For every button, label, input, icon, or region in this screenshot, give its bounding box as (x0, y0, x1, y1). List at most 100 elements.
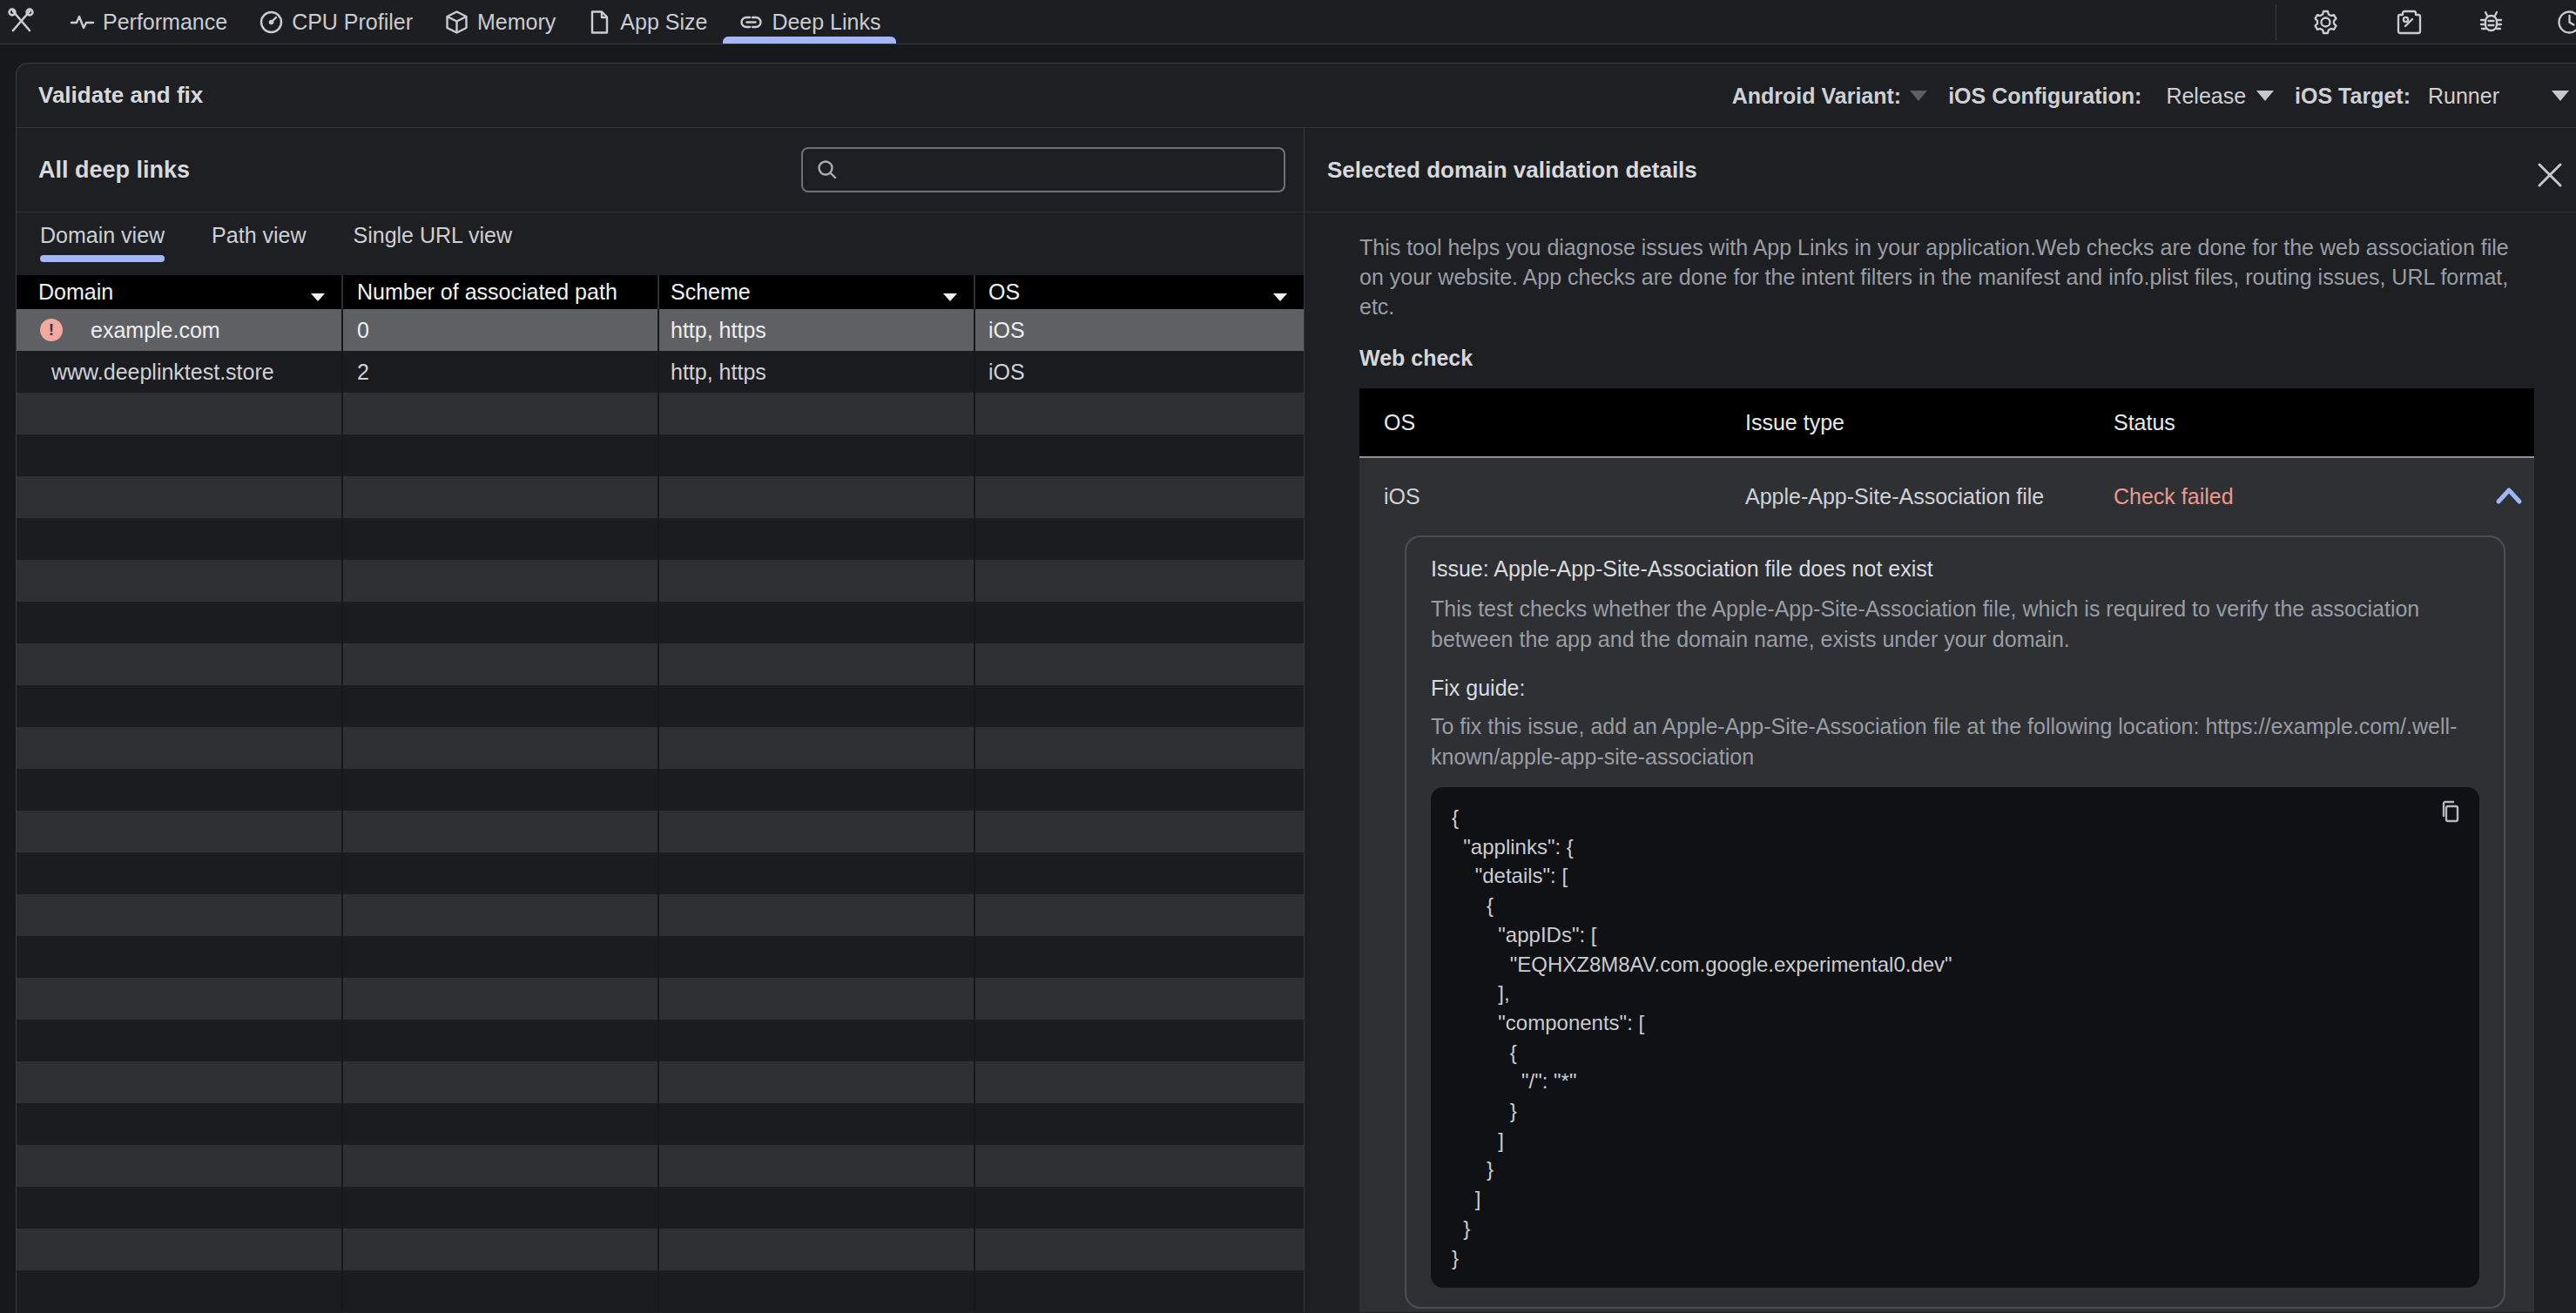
cell-os: iOS (1384, 484, 1745, 509)
tab-label: CPU Profiler (292, 10, 413, 35)
android-variant-label: Android Variant: (1732, 84, 1901, 109)
tab-label: Single URL view (354, 223, 512, 248)
copy-icon[interactable] (2438, 799, 2464, 825)
column-header-os[interactable]: OS (975, 275, 1304, 309)
web-check-expanded-section: iOS Apple-App-Site-Association file Chec… (1359, 458, 2534, 1312)
validation-details-panel: This tool helps you diagnose issues with… (1305, 212, 2576, 1312)
tab-label: Memory (477, 10, 556, 35)
file-icon (587, 10, 612, 35)
android-variant-dropdown[interactable] (1910, 91, 1927, 101)
pulse-icon (70, 10, 95, 35)
search-box[interactable] (801, 147, 1285, 192)
all-deep-links-title: All deep links (38, 157, 190, 184)
table-row-empty (17, 1145, 1304, 1187)
toolbox-wrench-icon[interactable] (2396, 9, 2423, 36)
table-row-empty (17, 1270, 1304, 1312)
column-header-scheme[interactable]: Scheme (659, 275, 975, 309)
tab-label: App Size (620, 10, 707, 35)
tab-deep-links[interactable]: Deep Links (738, 0, 880, 44)
table-row[interactable]: !example.com0http, httpsiOS (17, 309, 1304, 351)
tab-domain-view[interactable]: Domain view (40, 212, 165, 262)
table-row-empty (17, 1229, 1304, 1270)
devtools-toolbar: Performance CPU Profiler Memory App Size (0, 0, 2576, 44)
deep-links-card: Validate and fix Android Variant: iOS Co… (16, 63, 2576, 1313)
code-content: { "applinks": { "details": [ { "appIDs":… (1452, 803, 2458, 1272)
table-row-empty (17, 476, 1304, 518)
issue-details-box: Issue: Apple-App-Site-Association file d… (1405, 535, 2505, 1309)
cell-domain: www.deeplinktest.store (17, 351, 343, 393)
column-header-os: OS (1384, 410, 1745, 435)
domains-table: Domain Number of associated path Scheme … (17, 275, 1304, 1312)
cell-scheme: http, https (659, 309, 975, 351)
table-row-empty (17, 811, 1304, 852)
validation-details-title: Selected domain validation details (1327, 157, 1697, 184)
settings-gear-icon[interactable] (2312, 9, 2339, 36)
tab-cpu-profiler[interactable]: CPU Profiler (259, 0, 413, 44)
table-row-empty (17, 685, 1304, 727)
search-icon (815, 158, 840, 182)
column-header-status: Status (2114, 410, 2175, 435)
tab-label: Path view (212, 223, 306, 248)
column-header-issue-type: Issue type (1745, 410, 2114, 435)
table-row-empty (17, 1020, 1304, 1061)
cell-os: iOS (975, 351, 1304, 393)
validation-description: This tool helps you diagnose issues with… (1359, 232, 2534, 321)
ios-configuration-value[interactable]: Release (2166, 84, 2246, 109)
sort-arrow-icon (943, 293, 957, 301)
cell-paths: 0 (343, 309, 659, 351)
right-panel-header: Selected domain validation details (1305, 128, 2576, 212)
link-icon (738, 10, 764, 35)
table-row-empty (17, 393, 1304, 434)
table-row-empty (17, 936, 1304, 978)
sort-arrow-icon (311, 293, 325, 301)
search-input[interactable] (840, 158, 1284, 182)
table-row-empty (17, 852, 1304, 894)
table-row-empty (17, 727, 1304, 769)
code-block: { "applinks": { "details": [ { "appIDs":… (1431, 787, 2479, 1288)
fix-guide-label: Fix guide: (1431, 676, 2479, 701)
cell-os: iOS (975, 309, 1304, 351)
web-check-row-ios[interactable]: iOS Apple-App-Site-Association file Chec… (1359, 458, 2534, 535)
ios-configuration-dropdown[interactable] (2256, 91, 2274, 101)
table-row-empty (17, 1061, 1304, 1103)
table-row[interactable]: www.deeplinktest.store2http, httpsiOS (17, 351, 1304, 393)
table-row-empty (17, 434, 1304, 476)
clock-icon[interactable] (2556, 9, 2576, 36)
chevron-up-icon[interactable] (2495, 484, 2523, 507)
web-check-table-header: OS Issue type Status (1359, 388, 2534, 458)
domains-table-header: Domain Number of associated path Scheme … (17, 275, 1304, 309)
bug-icon[interactable] (2478, 9, 2505, 36)
table-row-empty (17, 769, 1304, 811)
cell-paths: 2 (343, 351, 659, 393)
web-check-table: OS Issue type Status iOS Apple-App-Site-… (1359, 388, 2534, 1312)
left-panel-header: All deep links (17, 128, 1305, 212)
domains-table-body: !example.com0http, httpsiOSwww.deeplinkt… (17, 309, 1304, 1312)
column-header-paths[interactable]: Number of associated path (343, 275, 659, 309)
selected-tab-underline (40, 255, 165, 262)
tab-app-size[interactable]: App Size (587, 0, 707, 44)
tab-memory[interactable]: Memory (444, 0, 556, 44)
issue-title: Issue: Apple-App-Site-Association file d… (1431, 556, 2479, 582)
cell-scheme: http, https (659, 351, 975, 393)
tab-label: Domain view (40, 223, 165, 248)
ios-target-dropdown[interactable] (2552, 91, 2569, 101)
deep-links-left-panel: Domain view Path view Single URL view (17, 212, 1305, 1312)
sort-arrow-icon (1273, 293, 1287, 301)
devtools-screen: Performance CPU Profiler Memory App Size (0, 0, 2576, 1313)
table-row-empty (17, 518, 1304, 560)
tab-performance[interactable]: Performance (70, 0, 227, 44)
table-row-empty (17, 894, 1304, 936)
cell-domain: !example.com (17, 309, 343, 351)
fix-guide-text: To fix this issue, add an Apple-App-Site… (1431, 711, 2479, 772)
column-header-domain[interactable]: Domain (17, 275, 343, 309)
table-row-empty (17, 602, 1304, 643)
cell-issue-type: Apple-App-Site-Association file (1745, 484, 2114, 509)
tab-path-view[interactable]: Path view (212, 212, 306, 262)
issue-description: This test checks whether the Apple-App-S… (1431, 594, 2479, 655)
ios-target-value[interactable]: Runner (2428, 84, 2499, 109)
tab-single-url-view[interactable]: Single URL view (354, 212, 512, 262)
close-icon[interactable] (2532, 158, 2567, 192)
table-row-empty (17, 1103, 1304, 1145)
web-check-heading: Web check (1359, 346, 2534, 371)
tab-label: Deep Links (772, 10, 880, 35)
